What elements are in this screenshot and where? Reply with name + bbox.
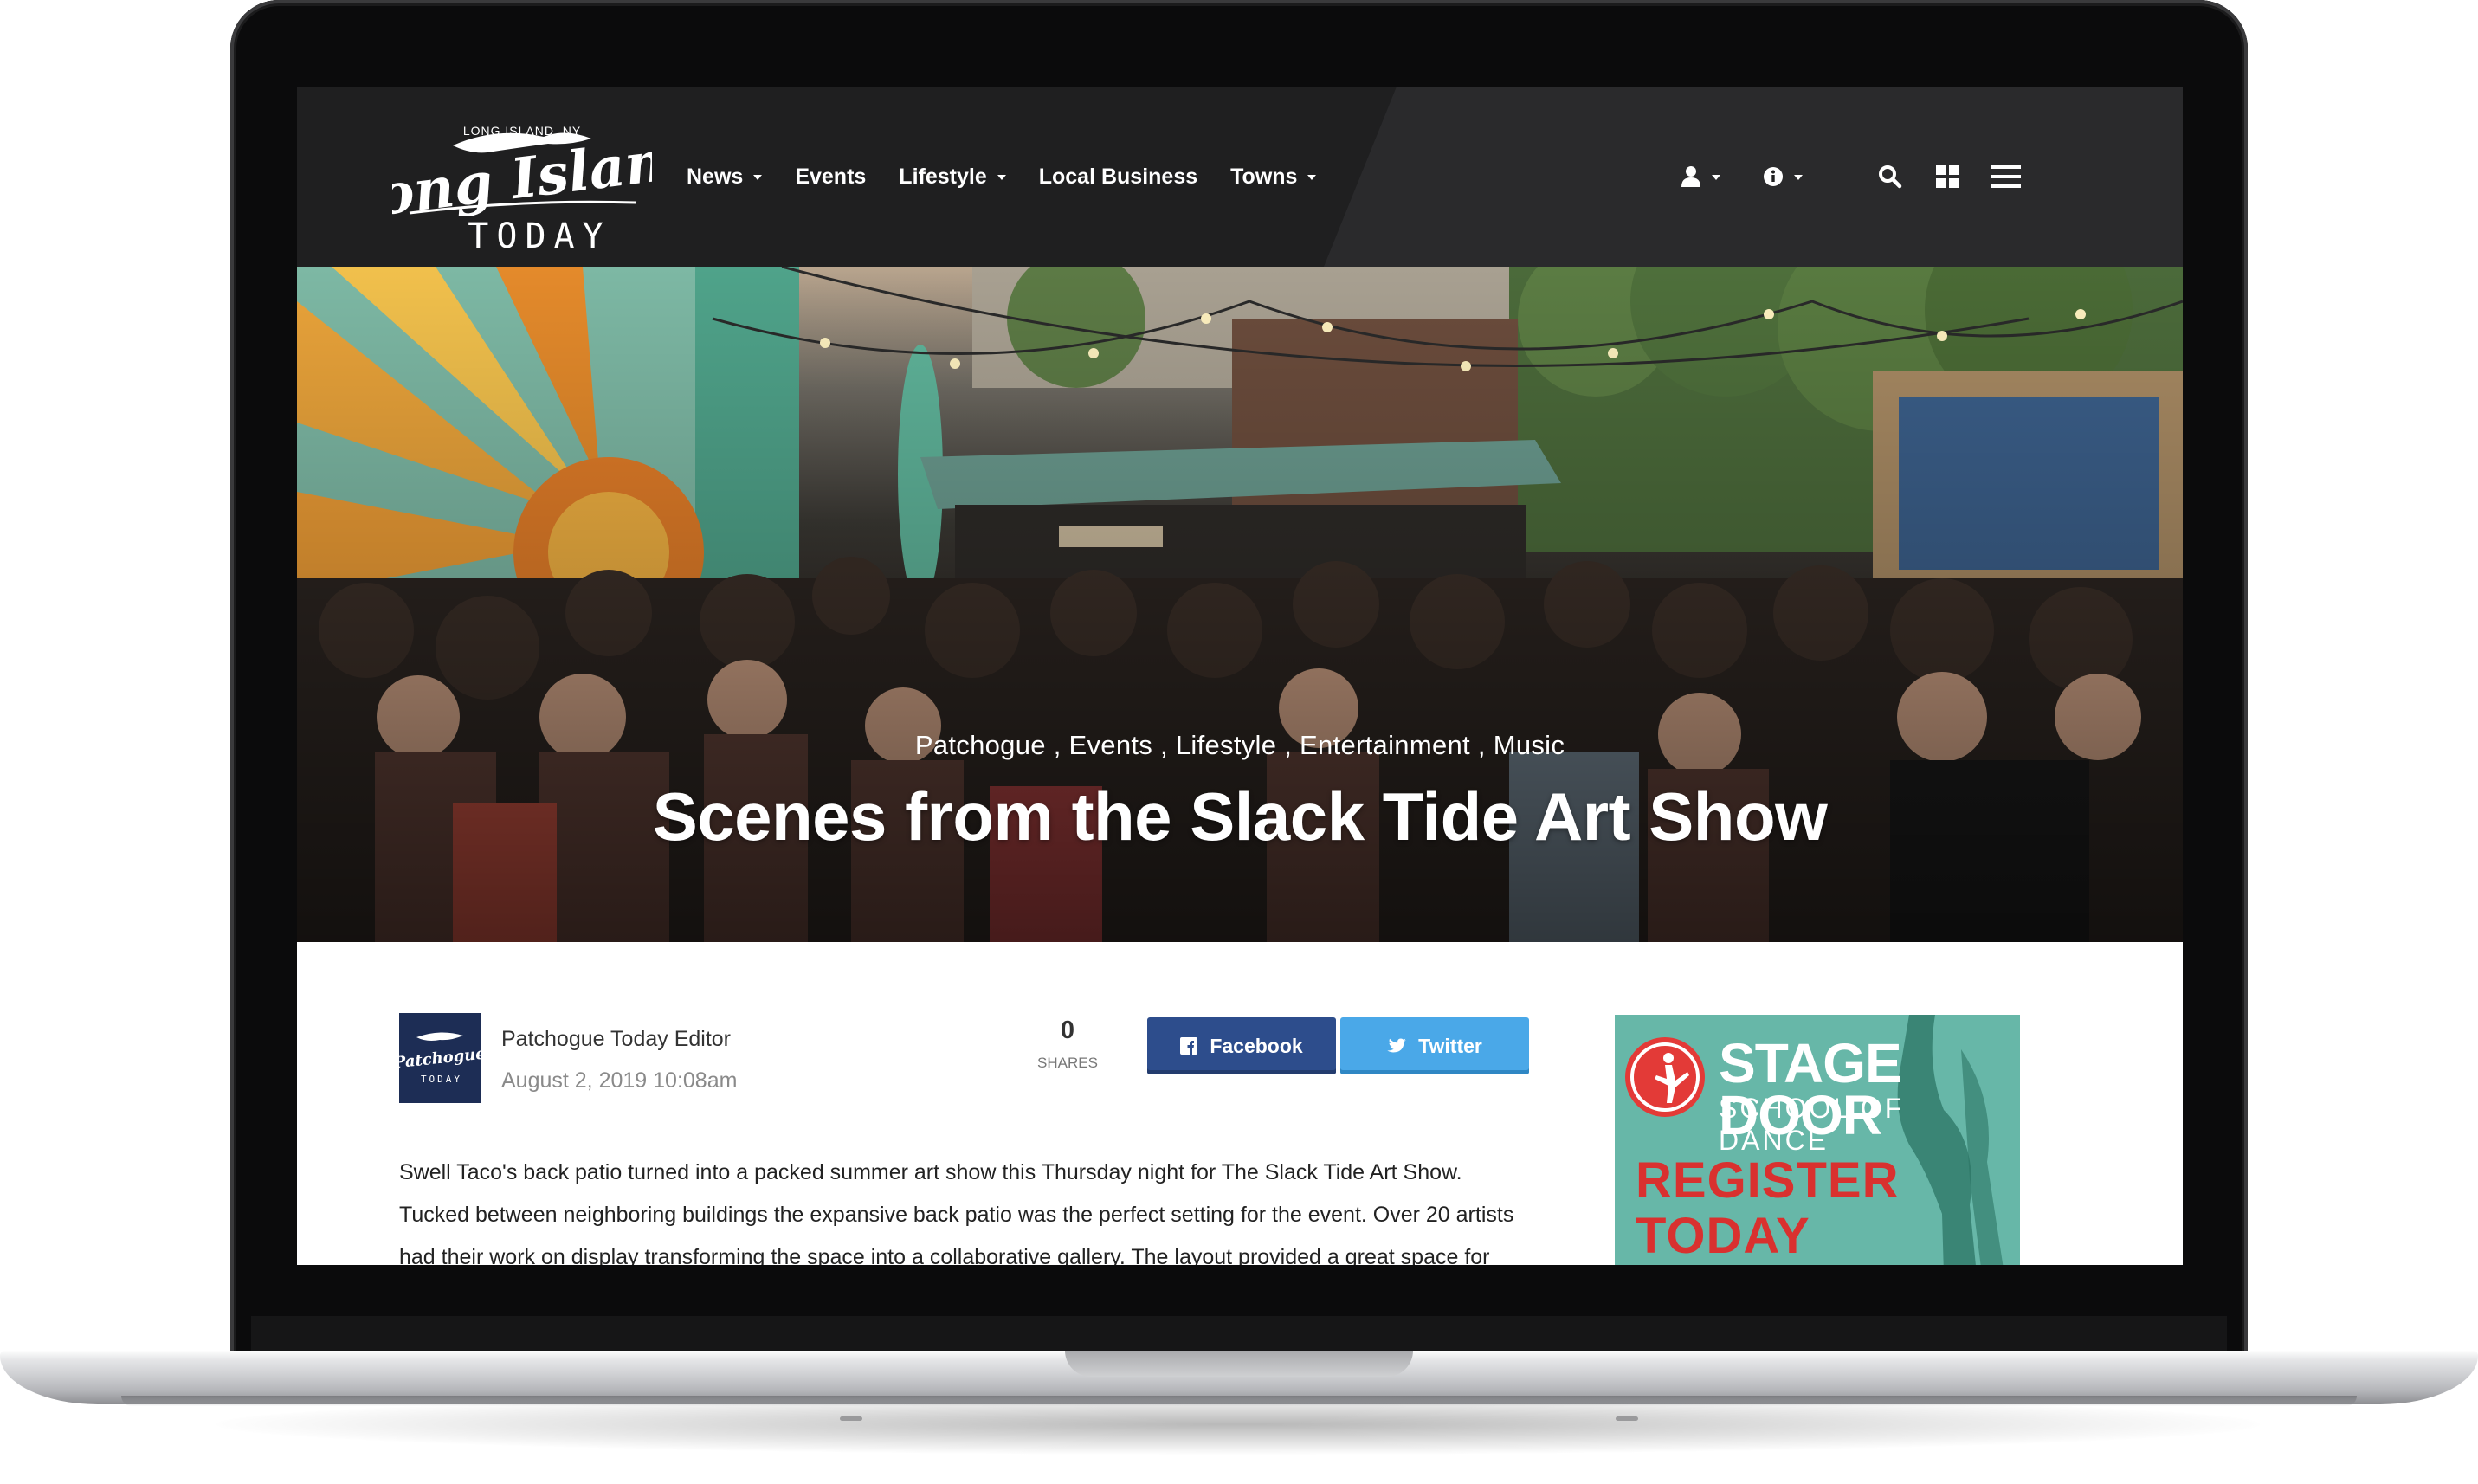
header-shade [1323, 87, 2183, 267]
category-link-events[interactable]: Events [1069, 730, 1153, 760]
chevron-down-icon [1712, 175, 1720, 180]
twitter-label: Twitter [1418, 1034, 1482, 1057]
nav-item-label: Lifestyle [899, 164, 987, 189]
svg-text:Patchogue: Patchogue [399, 1045, 481, 1073]
ad-cta-line: REGISTER [1636, 1152, 1900, 1209]
facebook-label: Facebook [1210, 1034, 1303, 1057]
category-link-lifestyle[interactable]: Lifestyle [1176, 730, 1276, 760]
site-header: LONG ISLAND, NY Long Island TODAY News E… [297, 87, 2183, 267]
shares-label: SHARES [1037, 1055, 1098, 1071]
nav-item-label: Events [795, 164, 867, 189]
shares-count: 0 [1060, 1016, 1075, 1044]
search-button[interactable] [1878, 87, 1902, 267]
user-menu[interactable] [1681, 87, 1720, 267]
browser-viewport: LONG ISLAND, NY Long Island TODAY News E… [297, 87, 2183, 1265]
article-line: had their work on display transforming t… [399, 1245, 1490, 1265]
main-menu: News Events Lifestyle Local Business Tow… [687, 87, 1349, 267]
article-body: Swell Taco's back patio turned into a pa… [399, 1152, 1533, 1265]
info-menu[interactable] [1763, 87, 1803, 267]
author-avatar[interactable]: Patchogue TODAY [392, 1013, 487, 1103]
nav-item-lifestyle[interactable]: Lifestyle [899, 164, 1006, 190]
grid-button[interactable] [1936, 87, 1959, 267]
nav-item-label: News [687, 164, 744, 189]
svg-text:TODAY: TODAY [468, 216, 610, 254]
nav-item-news[interactable]: News [687, 164, 763, 190]
nav-item-towns[interactable]: Towns [1230, 164, 1317, 190]
twitter-icon [1387, 1038, 1406, 1053]
article-line: Swell Taco's back patio turned into a pa… [399, 1160, 1462, 1184]
chevron-down-icon [1794, 175, 1803, 180]
article-line: Tucked between neighboring buildings the… [399, 1203, 1514, 1227]
nav-item-events[interactable]: Events [795, 165, 866, 190]
hamburger-icon [1991, 165, 2021, 188]
chevron-down-icon [753, 175, 763, 180]
laptop-foot [1616, 1416, 1638, 1421]
post-categories: Patchogue , Events , Lifestyle , Enterta… [297, 730, 2183, 761]
author-name[interactable]: Patchogue Today Editor [501, 1027, 731, 1052]
svg-text:TODAY: TODAY [421, 1074, 462, 1085]
sidebar-advertisement[interactable]: STAGE DOOR SCHOOL OF DANCE REGISTER TODA… [1615, 1015, 2020, 1265]
laptop-notch [1065, 1351, 1413, 1377]
chevron-down-icon [1307, 175, 1317, 180]
category-separator: , [1152, 730, 1176, 760]
menu-button[interactable] [1991, 87, 2021, 267]
laptop-foot [840, 1416, 862, 1421]
nav-item-label: Towns [1230, 164, 1298, 189]
user-icon [1681, 166, 1700, 187]
ad-call-to-action: REGISTER TODAY [1636, 1153, 1900, 1264]
category-link-entertainment[interactable]: Entertainment [1300, 730, 1470, 760]
post-date: August 2, 2019 10:08am [501, 1068, 738, 1093]
laptop-base-edge [121, 1396, 2357, 1406]
facebook-share-button[interactable]: Facebook [1147, 1017, 1336, 1074]
category-link-patchogue[interactable]: Patchogue [915, 730, 1046, 760]
chevron-down-icon [997, 175, 1006, 180]
twitter-share-button[interactable]: Twitter [1340, 1017, 1529, 1074]
dancer-logo-icon [1625, 1037, 1705, 1117]
post-title: Scenes from the Slack Tide Art Show [652, 778, 1828, 855]
nav-item-label: Local Business [1038, 164, 1198, 189]
facebook-icon [1180, 1037, 1198, 1055]
patchogue-today-logo: Patchogue TODAY [392, 1032, 487, 1085]
info-icon [1764, 167, 1783, 186]
grid-icon [1936, 165, 1959, 188]
category-separator: , [1469, 730, 1494, 760]
ad-subtitle: SCHOOL OF DANCE [1719, 1093, 1905, 1156]
category-link-music[interactable]: Music [1494, 730, 1565, 760]
search-icon [1879, 165, 1902, 189]
ad-cta-line: TODAY [1636, 1208, 1810, 1264]
nav-item-local-business[interactable]: Local Business [1039, 165, 1197, 190]
category-separator: , [1276, 730, 1300, 760]
category-separator: , [1045, 730, 1069, 760]
hero-image: Patchogue , Events , Lifestyle , Enterta… [297, 267, 2183, 942]
site-logo[interactable]: LONG ISLAND, NY Long Island TODAY [392, 102, 652, 254]
